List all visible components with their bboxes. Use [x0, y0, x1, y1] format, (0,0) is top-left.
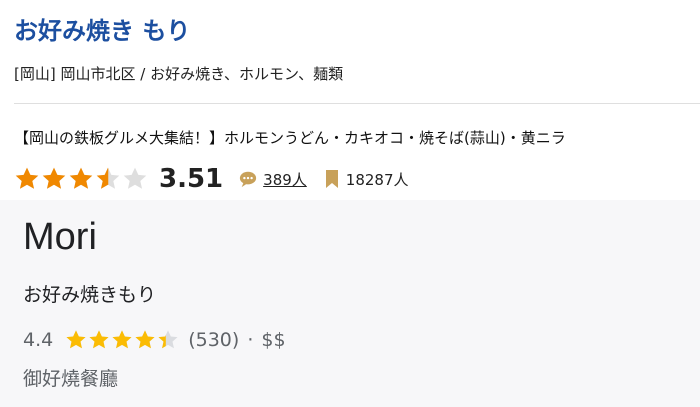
google-review-count[interactable]: (530): [188, 329, 239, 351]
star-icon: [14, 166, 40, 192]
star-icon: [157, 329, 179, 351]
google-place-subtitle: お好み焼きもり: [23, 284, 157, 306]
rating-row: 3.51 389人 18287人: [14, 162, 409, 196]
google-rating-row: 4.4 (530) · $$: [23, 326, 286, 354]
rating-score: 3.51: [159, 164, 224, 194]
google-place-name[interactable]: Mori: [23, 216, 97, 259]
restaurant-title-link[interactable]: お好み焼き もり: [14, 11, 190, 46]
star-icon: [122, 166, 148, 192]
tabelog-card: お好み焼き もり [岡山] 岡山市北区 / お好み焼き、ホルモン、麺類 【岡山の…: [0, 0, 700, 200]
google-star-rating: [65, 329, 180, 351]
comment-icon: [240, 171, 257, 188]
separator-dot: ·: [247, 329, 254, 351]
bookmark-count: 18287人: [345, 170, 409, 189]
star-icon: [95, 166, 121, 192]
catchphrase: 【岡山の鉄板グルメ大集結！】ホルモンうどん・カキオコ・焼そば(蒜山)・黄ニラ: [14, 129, 566, 147]
star-icon: [65, 329, 87, 351]
star-icon: [88, 329, 110, 351]
tabelog-star-rating: [14, 166, 149, 192]
price-level: $$: [261, 329, 286, 351]
star-icon: [41, 166, 67, 192]
area-genre: [岡山] 岡山市北区 / お好み焼き、ホルモン、麺類: [14, 65, 344, 83]
star-icon: [111, 329, 133, 351]
star-icon: [134, 329, 156, 351]
google-rating-value: 4.4: [23, 329, 54, 351]
review-count-link[interactable]: 389人: [263, 169, 307, 190]
star-icon: [68, 166, 94, 192]
divider: [14, 103, 700, 104]
google-category: 御好燒餐廳: [23, 368, 119, 390]
bookmark-icon: [325, 170, 338, 188]
